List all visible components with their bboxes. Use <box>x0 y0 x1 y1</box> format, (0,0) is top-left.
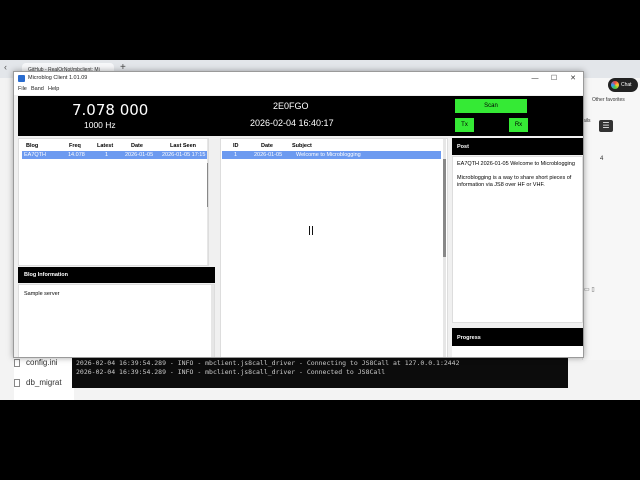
file-name: db_migrat <box>26 378 62 387</box>
cell-blog: EA7QTH <box>24 152 47 158</box>
table-row[interactable]: EA7QTH 14.078 1 2026-01-05 2026-01-05 17… <box>22 151 207 159</box>
file-icon <box>14 379 20 387</box>
partial-number: 4 <box>600 156 604 162</box>
column-header-freq[interactable]: Freq <box>69 143 81 149</box>
scrollbar-thumb[interactable] <box>207 163 208 207</box>
datetime: 2026-02-04 16:40:17 <box>250 118 334 128</box>
cell-freq: 14.078 <box>68 152 85 158</box>
scan-button[interactable]: Scan <box>455 99 527 113</box>
table-row[interactable]: 1 2026-01-05 Welcome to Microblogging <box>222 151 441 159</box>
frequency-step: 1000 Hz <box>84 120 116 130</box>
column-header-date[interactable]: Date <box>131 143 143 149</box>
partial-text: ails <box>583 118 591 124</box>
mini-toolbar-icons[interactable]: ▭ ▯ <box>584 286 595 293</box>
text-cursor-icon <box>309 226 313 235</box>
frequency-display: 7.078 000 <box>72 101 149 119</box>
chat-label: Chat <box>621 82 632 88</box>
scrollbar-thumb[interactable] <box>443 159 446 257</box>
rx-button[interactable]: Rx <box>509 118 528 132</box>
radio-header: 7.078 000 1000 Hz 2E0FGO 2026-02-04 16:4… <box>18 96 583 136</box>
menu-bar: File Band Help <box>14 85 583 95</box>
blog-info-title: Blog Information <box>24 272 68 278</box>
post-body: EA7QTH 2026-01-05 Welcome to Microbloggi… <box>452 156 583 323</box>
app-window: Microblog Client 1.01.09 — ☐ ✕ File Band… <box>13 71 584 358</box>
menu-file[interactable]: File <box>18 86 27 92</box>
column-header-last-seen[interactable]: Last Seen <box>170 143 196 149</box>
column-header-subject[interactable]: Subject <box>292 143 312 149</box>
file-icon <box>14 359 20 367</box>
cell-id: 1 <box>234 152 238 158</box>
app-title: Microblog Client 1.01.09 <box>28 75 88 81</box>
blog-info-text: Sample server <box>24 291 60 297</box>
terminal-line: 2026-02-04 16:39:54.289 - INFO - mbclien… <box>76 359 460 367</box>
cell-date: 2026-01-05 <box>125 152 154 158</box>
message-table: ID Date Subject 1 2026-01-05 Welcome to … <box>220 138 448 357</box>
file-name: config.ini <box>26 358 58 367</box>
callsign: 2E0FGO <box>273 101 309 111</box>
post-heading: EA7QTH 2026-01-05 Welcome to Microbloggi… <box>457 161 575 167</box>
column-header-id[interactable]: ID <box>233 143 239 149</box>
column-header-blog[interactable]: Blog <box>26 143 38 149</box>
desktop: ‹ GitHub - RealOrNot/mbclient: Mi + Chat… <box>0 60 640 400</box>
minimize-icon[interactable]: — <box>525 73 545 84</box>
other-favorites[interactable]: Other favorites <box>592 97 625 103</box>
blog-info-header: Blog Information <box>18 267 215 283</box>
tx-button[interactable]: Tx <box>455 118 474 132</box>
title-bar[interactable]: Microblog Client 1.01.09 — ☐ ✕ <box>14 72 583 85</box>
progress-header: Progress <box>452 328 583 346</box>
back-arrow-icon[interactable]: ‹ <box>4 62 7 72</box>
cell-subject: Welcome to Microblogging <box>296 152 361 158</box>
scrollbar[interactable] <box>443 139 446 357</box>
progress-title: Progress <box>457 335 481 341</box>
scrollbar[interactable] <box>207 139 208 265</box>
scrollbar[interactable] <box>211 285 214 357</box>
cell-last-seen: 2026-01-05 17:15 <box>162 152 206 158</box>
maximize-icon[interactable]: ☐ <box>544 73 564 84</box>
cell-date: 2026-01-05 <box>254 152 283 158</box>
chat-button[interactable]: Chat <box>608 78 638 92</box>
column-header-latest[interactable]: Latest <box>97 143 113 149</box>
terminal-line: 2026-02-04 16:39:54.289 - INFO - mbclien… <box>76 368 386 376</box>
copilot-icon <box>611 81 619 89</box>
post-header: Post <box>452 138 583 155</box>
progress-body <box>452 346 583 357</box>
app-icon <box>18 75 25 82</box>
menu-help[interactable]: Help <box>48 86 59 92</box>
blog-info-body: Sample server <box>18 284 215 357</box>
column-header-date[interactable]: Date <box>261 143 273 149</box>
screen: ‹ GitHub - RealOrNot/mbclient: Mi + Chat… <box>0 0 640 480</box>
sliders-icon[interactable]: ☰ <box>599 120 613 132</box>
post-title: Post <box>457 144 469 150</box>
close-icon[interactable]: ✕ <box>563 73 583 84</box>
menu-band[interactable]: Band <box>31 86 44 92</box>
post-text: Microblogging is a way to share short pi… <box>457 175 572 188</box>
cell-latest: 1 <box>105 152 109 158</box>
blog-table: Blog Freq Latest Date Last Seen EA7QTH 1… <box>18 138 209 266</box>
